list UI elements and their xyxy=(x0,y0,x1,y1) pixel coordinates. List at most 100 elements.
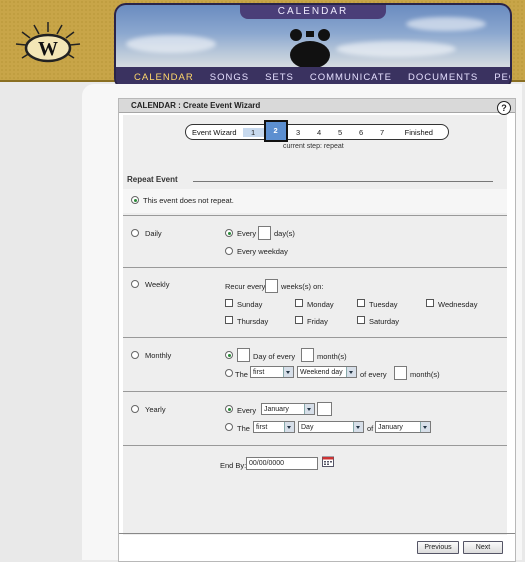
tuesday-checkbox[interactable] xyxy=(357,299,365,307)
yearly-label: Yearly xyxy=(145,405,166,414)
help-icon[interactable]: ? xyxy=(497,101,511,115)
end-by-input[interactable]: 00/00/0000 xyxy=(246,457,318,470)
daily-every-radio[interactable] xyxy=(225,229,233,237)
weeks-on-label: weeks(s) on: xyxy=(281,282,324,291)
yearly-month2-value: January xyxy=(378,424,403,431)
wizard-label: Event Wizard xyxy=(192,127,237,137)
chevron-down-icon xyxy=(284,422,294,432)
friday-label: Friday xyxy=(307,317,328,326)
nav-calendar[interactable]: CALENDAR xyxy=(126,72,202,83)
monthly-months2-label: month(s) xyxy=(410,370,440,379)
monday-label: Monday xyxy=(307,300,334,309)
sunday-label: Sunday xyxy=(237,300,263,309)
every-weekday-label: Every weekday xyxy=(237,247,288,256)
logo-icon[interactable]: W xyxy=(14,20,82,68)
chevron-down-icon xyxy=(304,404,314,414)
yearly-every-label: Every xyxy=(237,406,257,415)
end-by-label: End By: xyxy=(220,461,247,470)
alarm-clock-icon xyxy=(290,29,330,69)
monday-checkbox[interactable] xyxy=(295,299,303,307)
svg-text:W: W xyxy=(38,38,58,60)
daily-days-input[interactable] xyxy=(258,226,271,240)
sunday-checkbox[interactable] xyxy=(225,299,233,307)
daily-label: Daily xyxy=(145,229,162,238)
yearly-ordinal-value: first xyxy=(256,424,268,431)
no-repeat-radio[interactable] xyxy=(131,196,139,204)
day-of-every-label: Day of every xyxy=(253,352,296,361)
yearly-month-select[interactable]: January xyxy=(261,403,315,415)
of-every-label: of every xyxy=(360,370,387,379)
tuesday-label: Tuesday xyxy=(369,300,398,309)
yearly-ordinal-select[interactable]: first xyxy=(253,421,295,433)
no-repeat-label: This event does not repeat. xyxy=(143,196,234,205)
yearly-the-label: The xyxy=(237,424,250,433)
nav-sets[interactable]: SETS xyxy=(257,72,302,83)
yearly-the-radio[interactable] xyxy=(225,423,233,431)
monthly-radio[interactable] xyxy=(131,351,139,359)
monthly-months2-input[interactable] xyxy=(394,366,407,380)
yearly-month2-select[interactable]: January xyxy=(375,421,431,433)
monthly-months-label: month(s) xyxy=(317,352,347,361)
monthly-months-input[interactable] xyxy=(301,348,314,362)
step-2-current[interactable]: 2 xyxy=(263,120,288,142)
yearly-day-input[interactable] xyxy=(317,402,332,416)
step-7[interactable]: 7 xyxy=(372,128,393,137)
every-weekday-radio[interactable] xyxy=(225,247,233,255)
step-3[interactable]: 3 xyxy=(288,128,309,137)
chevron-down-icon xyxy=(346,367,356,377)
yearly-daytype-select[interactable]: Day xyxy=(298,421,364,433)
monthly-the-label: The xyxy=(235,370,248,379)
monthly-the-radio[interactable] xyxy=(225,369,233,377)
monthly-day-input[interactable] xyxy=(237,348,250,362)
monthly-ordinal-value: first xyxy=(253,369,265,376)
step-4[interactable]: 4 xyxy=(309,128,330,137)
wednesday-label: Wednesday xyxy=(438,300,478,309)
header-banner: CALENDAR CALENDAR SONGS SETS COMMUNICATE… xyxy=(116,5,510,88)
wizard-panel: CALENDAR : Create Event Wizard ? Event W… xyxy=(118,98,516,562)
step-finished[interactable]: Finished xyxy=(399,128,439,137)
current-step-text: current step: repeat xyxy=(283,143,344,150)
thursday-checkbox[interactable] xyxy=(225,316,233,324)
chevron-down-icon xyxy=(353,422,363,432)
repeat-heading: Repeat Event xyxy=(127,175,178,184)
monthly-day-radio[interactable] xyxy=(225,351,233,359)
yearly-radio[interactable] xyxy=(131,405,139,413)
step-1[interactable]: 1 xyxy=(242,127,264,137)
daily-days-label: day(s) xyxy=(274,229,295,238)
nav-songs[interactable]: SONGS xyxy=(202,72,257,83)
chevron-down-icon xyxy=(283,367,293,377)
wizard-body: Event Wizard 1 2 3 4 5 6 7 Finished curr… xyxy=(123,115,507,535)
nav-people[interactable]: PEOPLE xyxy=(486,72,510,83)
recur-every-label: Recur every xyxy=(225,282,266,291)
panel-title: CALENDAR : Create Event Wizard xyxy=(119,99,515,113)
friday-checkbox[interactable] xyxy=(295,316,303,324)
calendar-title-tab: CALENDAR xyxy=(240,5,386,19)
thursday-label: Thursday xyxy=(237,317,269,326)
wednesday-checkbox[interactable] xyxy=(426,299,434,307)
daily-radio[interactable] xyxy=(131,229,139,237)
daily-every-label: Every xyxy=(237,229,257,238)
monthly-daytype-select[interactable]: Weekend day xyxy=(297,366,357,378)
nav-communicate[interactable]: COMMUNICATE xyxy=(302,72,400,83)
previous-button[interactable]: Previous xyxy=(417,541,459,554)
weekly-label: Weekly xyxy=(145,280,170,289)
yearly-of-label: of xyxy=(367,424,374,433)
wizard-steps: Event Wizard 1 2 3 4 5 6 7 Finished xyxy=(185,120,449,142)
chevron-down-icon xyxy=(420,422,430,432)
weekly-weeks-input[interactable] xyxy=(265,279,278,293)
calendar-icon[interactable] xyxy=(322,456,334,467)
heading-rule xyxy=(193,181,493,182)
nav-documents[interactable]: DOCUMENTS xyxy=(400,72,486,83)
next-button[interactable]: Next xyxy=(463,541,503,554)
yearly-month-value: January xyxy=(264,406,289,413)
weekly-radio[interactable] xyxy=(131,280,139,288)
monthly-label: Monthly xyxy=(145,351,172,360)
monthly-ordinal-select[interactable]: first xyxy=(250,366,294,378)
saturday-label: Saturday xyxy=(369,317,400,326)
yearly-every-radio[interactable] xyxy=(225,405,233,413)
step-5[interactable]: 5 xyxy=(330,128,351,137)
monthly-daytype-value: Weekend day xyxy=(300,369,343,376)
step-6[interactable]: 6 xyxy=(351,128,372,137)
yearly-daytype-value: Day xyxy=(301,424,314,431)
saturday-checkbox[interactable] xyxy=(357,316,365,324)
